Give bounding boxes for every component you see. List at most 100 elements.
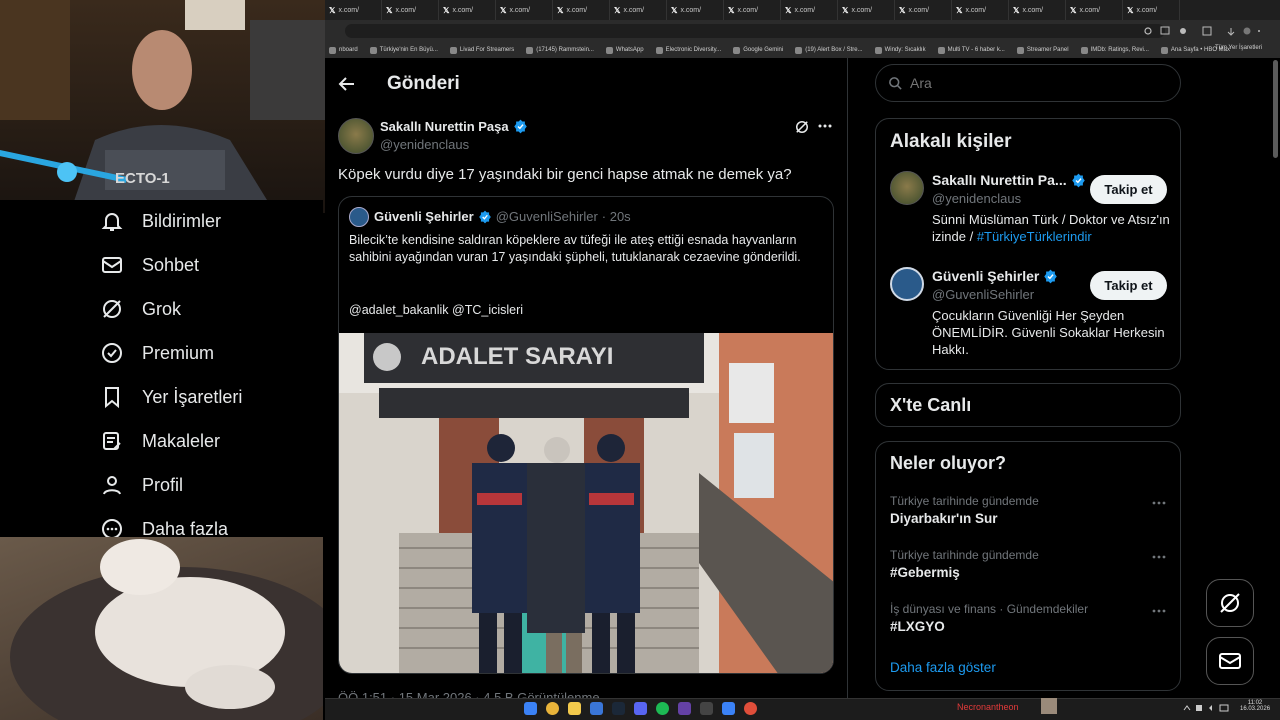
trend-more-icon[interactable]: [1152, 555, 1166, 559]
bookmark-item[interactable]: nboard: [329, 46, 358, 54]
related-name-row[interactable]: Güvenli Şehirler: [932, 268, 1058, 284]
quote-author-handle[interactable]: @GuvenliSehirler: [496, 209, 598, 224]
start-icon[interactable]: [524, 702, 537, 715]
quote-avatar[interactable]: [349, 207, 369, 227]
spotify-icon[interactable]: [656, 702, 669, 715]
related-handle[interactable]: @yenidenclaus: [932, 191, 1021, 206]
related-avatar[interactable]: [890, 171, 924, 205]
bookmark-favicon-icon: [937, 46, 945, 54]
related-avatar[interactable]: [890, 267, 924, 301]
chrome-icon[interactable]: [546, 702, 559, 715]
bookmark-item[interactable]: Multi TV - 6 haber k...: [937, 46, 1005, 54]
nav-item-label: Makaleler: [142, 430, 221, 451]
app-icon[interactable]: [590, 702, 603, 715]
search-box[interactable]: [875, 64, 1181, 102]
nav-item-notifications[interactable]: Bildirimler: [100, 209, 221, 233]
nav-item-profile[interactable]: Profil: [100, 473, 183, 497]
discord-icon[interactable]: [634, 702, 647, 715]
x-logo-icon: 𝕏: [785, 5, 792, 15]
bookmark-item[interactable]: Google Gemini: [733, 46, 783, 54]
steam-icon[interactable]: [612, 702, 625, 715]
browser-tab[interactable]: 𝕏x.com/: [667, 0, 724, 20]
grok-float-button[interactable]: [1206, 579, 1254, 627]
trend-name[interactable]: Diyarbakır'ın Sur: [890, 511, 998, 526]
address-bar[interactable]: [345, 24, 1165, 38]
author-avatar[interactable]: [338, 118, 374, 154]
nav-item-premium[interactable]: Premium: [100, 341, 214, 365]
back-arrow-icon[interactable]: [338, 76, 356, 92]
follow-button[interactable]: Takip et: [1090, 175, 1167, 204]
all-bookmarks-link[interactable]: Tüm Yer İşaretleri: [1215, 45, 1262, 51]
nav-item-articles[interactable]: Makaleler: [100, 429, 220, 453]
show-more-link[interactable]: Daha fazla göster: [890, 660, 996, 675]
bookmark-favicon-icon: [369, 46, 377, 54]
browser-tab[interactable]: 𝕏x.com/: [781, 0, 838, 20]
bookmark-item[interactable]: WhatsApp: [605, 46, 644, 54]
browser-tab[interactable]: 𝕏x.com/: [610, 0, 667, 20]
bookmark-favicon-icon: [526, 46, 534, 54]
streamer-webcam: ECTO-1: [0, 0, 325, 213]
related-bio-hashtag[interactable]: #TürkiyeTürklerindir: [977, 229, 1092, 244]
grok-icon: [1220, 593, 1240, 613]
browser-tab[interactable]: 𝕏x.com/: [439, 0, 496, 20]
browser-tab[interactable]: 𝕏x.com/: [553, 0, 610, 20]
quote-author-name[interactable]: Güvenli Şehirler: [374, 209, 474, 224]
author-name-row[interactable]: Sakallı Nurettin Paşa: [380, 119, 528, 134]
app-icon[interactable]: [722, 702, 735, 715]
browser-tab[interactable]: 𝕏x.com/: [1066, 0, 1123, 20]
verified-badge-icon: [102, 343, 122, 363]
quote-mentions[interactable]: @adalet_bakanlik @TC_icisleri: [349, 303, 523, 317]
quote-photo[interactable]: ADALET SARAYI: [339, 333, 833, 673]
related-name[interactable]: Sakallı Nurettin Pa...: [932, 172, 1067, 188]
related-people-panel: Alakalı kişiler Sakallı Nurettin Pa... @…: [875, 118, 1181, 370]
bookmark-item[interactable]: Electronic Diversity...: [655, 46, 721, 54]
trend-more-icon[interactable]: [1152, 609, 1166, 613]
folder-icon[interactable]: [568, 702, 581, 715]
grok-explain-icon[interactable]: [793, 118, 811, 136]
nav-item-chat[interactable]: Sohbet: [100, 253, 199, 277]
browser-tab[interactable]: 𝕏x.com/: [325, 0, 382, 20]
related-handle[interactable]: @GuvenliSehirler: [932, 287, 1034, 302]
system-tray-icons[interactable]: [1182, 703, 1237, 713]
browser-tab[interactable]: 𝕏x.com/: [1009, 0, 1066, 20]
webcam-image: ECTO-1: [0, 0, 325, 213]
browser-tab[interactable]: 𝕏x.com/: [724, 0, 781, 20]
nav-item-bookmarks[interactable]: Yer İşaretleri: [100, 385, 242, 409]
bookmark-item[interactable]: Türkiye'nin En Büyü...: [369, 46, 438, 54]
app-icon[interactable]: [700, 702, 713, 715]
related-name[interactable]: Güvenli Şehirler: [932, 268, 1039, 284]
x-logo-icon: 𝕏: [899, 5, 906, 15]
nav-item-grok[interactable]: Grok: [100, 297, 181, 321]
author-handle[interactable]: @yenidenclaus: [380, 137, 469, 152]
app-icon[interactable]: [744, 702, 757, 715]
live-panel[interactable]: X'te Canlı: [875, 383, 1181, 427]
browser-tab[interactable]: 𝕏x.com/: [1123, 0, 1180, 20]
browser-toolbar-icons[interactable]: [1143, 26, 1263, 36]
browser-tab[interactable]: 𝕏x.com/: [838, 0, 895, 20]
x-logo-icon: 𝕏: [1127, 5, 1134, 15]
messages-float-button[interactable]: [1206, 637, 1254, 685]
scrollbar-thumb[interactable]: [1273, 60, 1278, 158]
author-name[interactable]: Sakallı Nurettin Paşa: [380, 119, 509, 134]
browser-tab[interactable]: 𝕏x.com/: [382, 0, 439, 20]
bookmark-item[interactable]: (19) Alert Box / Stre...: [795, 46, 863, 54]
quote-author-row[interactable]: Güvenli Şehirler @GuvenliSehirler · 20s: [374, 209, 631, 224]
twitch-icon[interactable]: [678, 702, 691, 715]
browser-tab[interactable]: 𝕏x.com/: [895, 0, 952, 20]
bookmark-item[interactable]: IMDb: Ratings, Revi...: [1080, 46, 1149, 54]
related-name-row[interactable]: Sakallı Nurettin Pa...: [932, 172, 1086, 188]
quoted-post[interactable]: Güvenli Şehirler @GuvenliSehirler · 20s …: [338, 196, 834, 674]
system-clock[interactable]: 11:02 16.03.2026: [1240, 700, 1270, 712]
bookmark-item[interactable]: Streamer Panel: [1016, 46, 1069, 54]
search-input[interactable]: [910, 73, 1170, 93]
bookmark-item[interactable]: Livad For Streamers: [449, 46, 514, 54]
browser-tab[interactable]: 𝕏x.com/: [496, 0, 553, 20]
follow-button[interactable]: Takip et: [1090, 271, 1167, 300]
trend-name[interactable]: #Gebermiş: [890, 565, 960, 580]
bookmark-item[interactable]: (17145) Rammstein...: [526, 46, 594, 54]
trend-more-icon[interactable]: [1152, 501, 1166, 505]
more-options-icon[interactable]: [818, 124, 832, 128]
browser-tab[interactable]: 𝕏x.com/: [952, 0, 1009, 20]
trend-name[interactable]: #LXGYO: [890, 619, 945, 634]
bookmark-item[interactable]: Windy: Sıcaklık: [874, 46, 926, 54]
